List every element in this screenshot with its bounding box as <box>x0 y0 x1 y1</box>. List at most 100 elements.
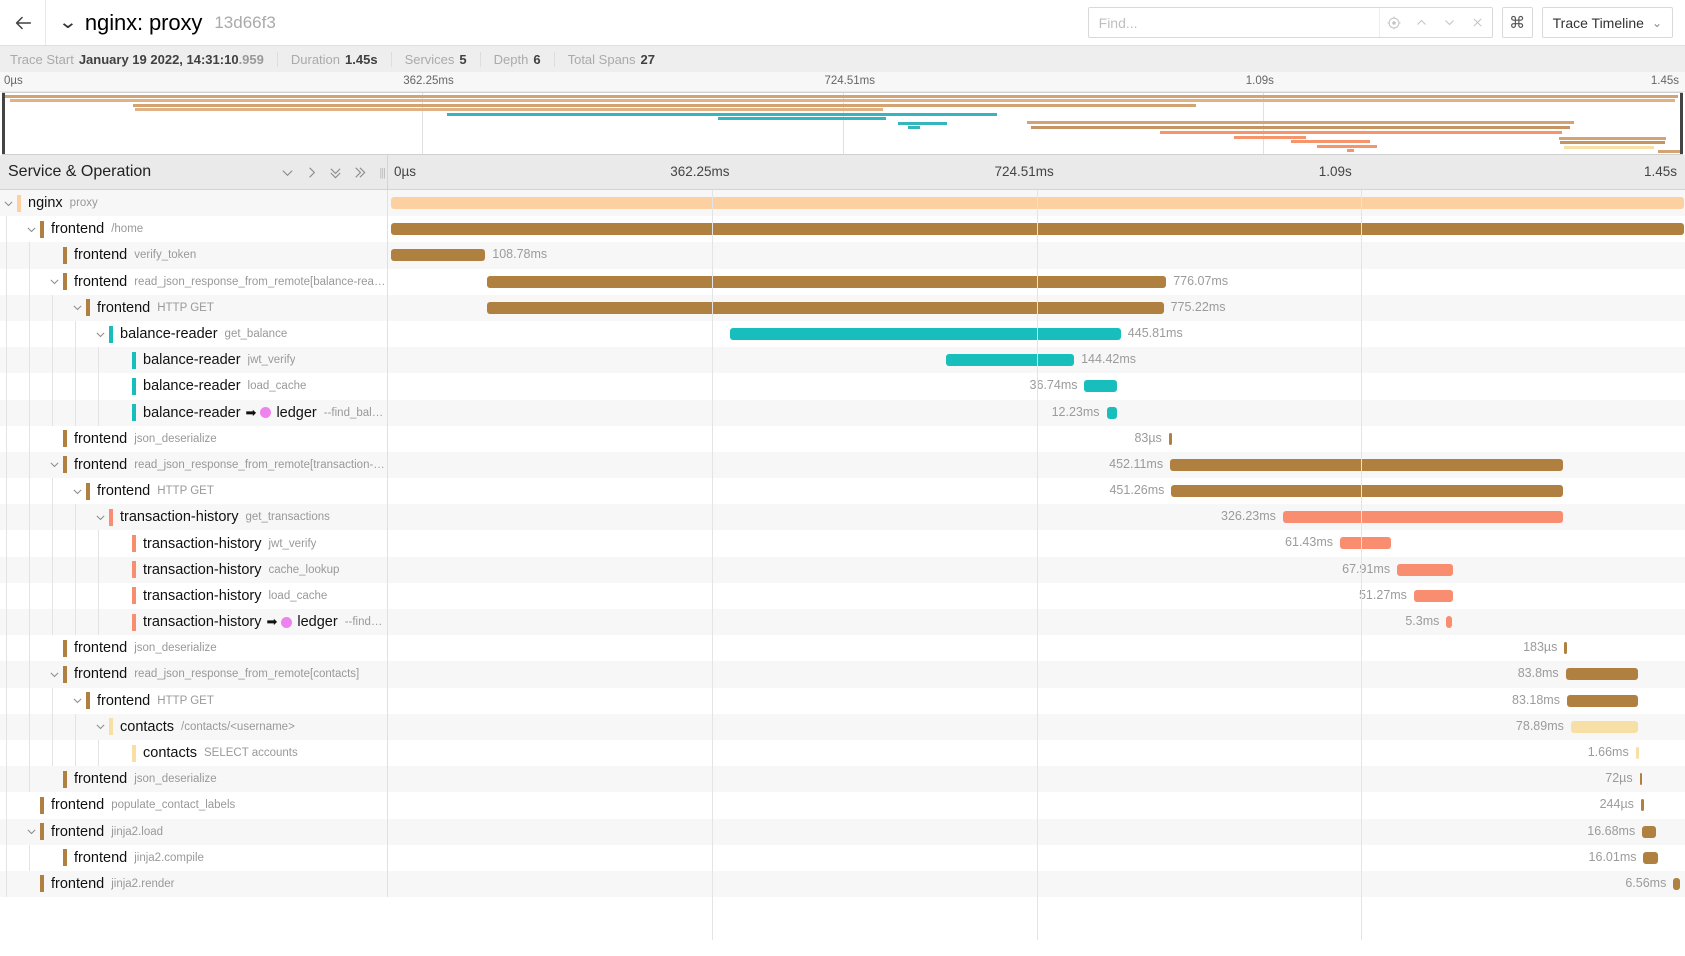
span-duration-bar[interactable] <box>1283 511 1563 523</box>
span-row[interactable]: frontendread_json_response_from_remote[b… <box>0 269 1685 295</box>
expand-details-icon[interactable]: ⌄ <box>58 13 78 32</box>
span-label-cell[interactable]: balance-readerget_balance <box>0 321 388 347</box>
span-label-cell[interactable]: frontendjinja2.compile <box>0 845 388 871</box>
chevron-down-icon[interactable] <box>0 197 17 210</box>
span-label-cell[interactable]: frontendHTTP GET <box>0 478 388 504</box>
span-duration-bar[interactable] <box>1084 380 1116 392</box>
span-label-cell[interactable]: balance-readerload_cache <box>0 373 388 399</box>
column-resize-handle[interactable]: ||| <box>379 167 385 179</box>
span-label-cell[interactable]: frontend/home <box>0 216 388 242</box>
collapse-all-icon[interactable] <box>326 161 345 183</box>
span-duration-bar[interactable] <box>730 328 1120 340</box>
span-row[interactable]: frontendread_json_response_from_remote[c… <box>0 661 1685 687</box>
span-row[interactable]: frontendverify_token108.78ms <box>0 242 1685 268</box>
span-label-cell[interactable]: frontendjson_deserialize <box>0 426 388 452</box>
collapse-one-icon[interactable] <box>278 161 297 183</box>
span-label-cell[interactable]: transaction-historycache_lookup <box>0 557 388 583</box>
span-duration-bar[interactable] <box>1397 564 1453 576</box>
span-row[interactable]: nginxproxy <box>0 190 1685 216</box>
span-duration-bar[interactable] <box>1340 537 1391 549</box>
span-row[interactable]: contactsSELECT accounts1.66ms <box>0 740 1685 766</box>
expand-one-icon[interactable] <box>302 161 321 183</box>
search-input[interactable] <box>1089 8 1379 37</box>
span-label-cell[interactable]: frontendjson_deserialize <box>0 635 388 661</box>
chevron-down-icon[interactable] <box>92 328 109 341</box>
span-row[interactable]: transaction-historyload_cache51.27ms <box>0 583 1685 609</box>
span-duration-bar[interactable] <box>1414 590 1453 602</box>
span-label-cell[interactable]: frontendread_json_response_from_remote[c… <box>0 661 388 687</box>
span-label-cell[interactable]: frontendread_json_response_from_remote[t… <box>0 452 388 478</box>
span-label-cell[interactable]: frontendjinja2.load <box>0 819 388 845</box>
span-duration-bar[interactable] <box>1641 799 1644 811</box>
span-row[interactable]: frontendjinja2.load16.68ms <box>0 819 1685 845</box>
span-row[interactable]: balance-readerjwt_verify144.42ms <box>0 347 1685 373</box>
minimap-drag-handle-right[interactable] <box>1680 93 1683 154</box>
span-label-cell[interactable]: contactsSELECT accounts <box>0 740 388 766</box>
span-duration-bar[interactable] <box>1566 668 1639 680</box>
minimap-canvas[interactable] <box>2 92 1683 155</box>
span-row[interactable]: balance-readerload_cache36.74ms <box>0 373 1685 399</box>
minimap-drag-handle-left[interactable] <box>2 93 5 154</box>
span-duration-bar[interactable] <box>1567 695 1638 707</box>
chevron-down-icon[interactable] <box>1436 8 1464 37</box>
span-label-cell[interactable]: frontendjinja2.render <box>0 871 388 897</box>
chevron-up-icon[interactable] <box>1408 8 1436 37</box>
span-duration-bar[interactable] <box>487 302 1164 314</box>
span-label-cell[interactable]: frontendjson_deserialize <box>0 766 388 792</box>
span-label-cell[interactable]: frontendpopulate_contact_labels <box>0 792 388 818</box>
span-label-cell[interactable]: transaction-historyjwt_verify <box>0 530 388 556</box>
keyboard-shortcuts-button[interactable]: ⌘ <box>1502 7 1533 38</box>
span-row[interactable]: frontendHTTP GET451.26ms <box>0 478 1685 504</box>
span-label-cell[interactable]: transaction-historyload_cache <box>0 583 388 609</box>
span-label-cell[interactable]: frontendverify_token <box>0 242 388 268</box>
span-duration-bar[interactable] <box>391 249 486 261</box>
span-row[interactable]: frontendHTTP GET83.18ms <box>0 688 1685 714</box>
span-row[interactable]: frontendjinja2.render6.56ms <box>0 871 1685 897</box>
span-row[interactable]: balance-readerget_balance445.81ms <box>0 321 1685 347</box>
span-duration-bar[interactable] <box>1636 747 1639 759</box>
span-row[interactable]: frontendpopulate_contact_labels244µs <box>0 792 1685 818</box>
span-row[interactable]: frontendjson_deserialize72µs <box>0 766 1685 792</box>
span-row[interactable]: frontendHTTP GET775.22ms <box>0 295 1685 321</box>
span-duration-bar[interactable] <box>1642 826 1656 838</box>
span-row[interactable]: contacts/contacts/<username>78.89ms <box>0 714 1685 740</box>
span-duration-bar[interactable] <box>1170 459 1563 471</box>
chevron-down-icon[interactable] <box>46 275 63 288</box>
span-duration-bar[interactable] <box>1643 852 1657 864</box>
chevron-down-icon[interactable] <box>69 694 86 707</box>
span-label-cell[interactable]: balance-readerjwt_verify <box>0 347 388 373</box>
span-duration-bar[interactable] <box>1673 878 1679 890</box>
span-row[interactable]: transaction-historyget_transactions326.2… <box>0 504 1685 530</box>
chevron-down-icon[interactable] <box>92 720 109 733</box>
span-duration-bar[interactable] <box>946 354 1074 366</box>
span-row[interactable]: balance-reader➡ledger--find_balance12.23… <box>0 400 1685 426</box>
span-label-cell[interactable]: frontendHTTP GET <box>0 688 388 714</box>
view-mode-select[interactable]: Trace Timeline ⌄ <box>1542 7 1673 38</box>
span-duration-bar[interactable] <box>1107 407 1117 419</box>
span-duration-bar[interactable] <box>1446 616 1451 628</box>
back-button[interactable] <box>0 0 46 45</box>
span-label-cell[interactable]: frontendread_json_response_from_remote[b… <box>0 269 388 295</box>
chevron-down-icon[interactable] <box>23 825 40 838</box>
chevron-down-icon[interactable] <box>69 485 86 498</box>
span-duration-bar[interactable] <box>1571 721 1638 733</box>
span-duration-bar[interactable] <box>1169 433 1172 445</box>
span-row[interactable]: transaction-historyjwt_verify61.43ms <box>0 530 1685 556</box>
close-icon[interactable] <box>1464 8 1492 37</box>
span-row[interactable]: frontendjson_deserialize83µs <box>0 426 1685 452</box>
span-row[interactable]: frontendjinja2.compile16.01ms <box>0 845 1685 871</box>
span-label-cell[interactable]: contacts/contacts/<username> <box>0 714 388 740</box>
span-label-cell[interactable]: balance-reader➡ledger--find_balance <box>0 400 388 426</box>
span-row[interactable]: frontendjson_deserialize183µs <box>0 635 1685 661</box>
span-row[interactable]: frontend/home <box>0 216 1685 242</box>
chevron-down-icon[interactable] <box>23 223 40 236</box>
span-duration-bar[interactable] <box>1640 773 1643 785</box>
chevron-down-icon[interactable] <box>69 301 86 314</box>
span-duration-bar[interactable] <box>1564 642 1567 654</box>
span-label-cell[interactable]: transaction-historyget_transactions <box>0 504 388 530</box>
span-label-cell[interactable]: frontendHTTP GET <box>0 295 388 321</box>
span-row[interactable]: frontendread_json_response_from_remote[t… <box>0 452 1685 478</box>
span-row[interactable]: transaction-history➡ledger--find_fo…5.3m… <box>0 609 1685 635</box>
span-duration-bar[interactable] <box>487 276 1167 288</box>
chevron-down-icon[interactable] <box>46 668 63 681</box>
